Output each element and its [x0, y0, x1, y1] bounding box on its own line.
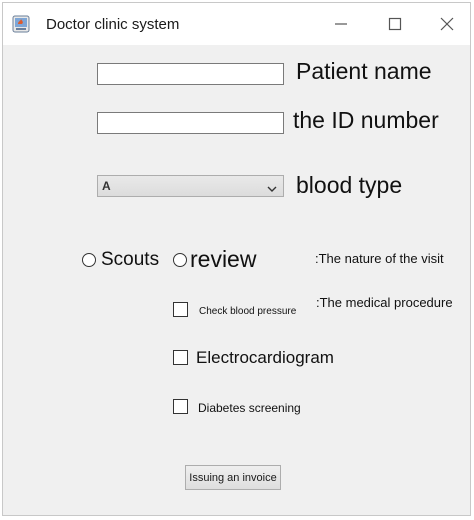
- issue-invoice-button[interactable]: Issuing an invoice: [185, 465, 281, 490]
- checkbox-electrocardiogram[interactable]: [173, 350, 188, 365]
- close-icon[interactable]: [435, 13, 459, 35]
- patient-name-label: Patient name: [296, 58, 432, 84]
- visit-nature-label: :The nature of the visit: [315, 251, 444, 266]
- radio-review[interactable]: [173, 253, 187, 267]
- radio-scouts-label[interactable]: Scouts: [101, 249, 159, 271]
- radio-review-label[interactable]: review: [190, 246, 256, 273]
- patient-name-input[interactable]: [97, 63, 284, 85]
- title-bar[interactable]: Doctor clinic system: [3, 3, 470, 45]
- blood-type-value: A: [102, 179, 111, 193]
- window-title: Doctor clinic system: [46, 16, 180, 33]
- blood-type-select[interactable]: A: [97, 175, 284, 197]
- app-window: Doctor clinic system Patient name the ID…: [2, 2, 471, 516]
- checkbox-electrocardiogram-label[interactable]: Electrocardiogram: [196, 348, 334, 368]
- radio-scouts[interactable]: [82, 253, 96, 267]
- checkbox-blood-pressure[interactable]: [173, 302, 188, 317]
- checkbox-blood-pressure-label[interactable]: Check blood pressure: [199, 306, 296, 317]
- minimize-icon[interactable]: [329, 13, 353, 35]
- java-app-icon: [12, 15, 30, 33]
- id-number-input[interactable]: [97, 112, 284, 134]
- id-number-label: the ID number: [293, 107, 439, 133]
- procedure-label: :The medical procedure: [316, 295, 453, 310]
- checkbox-diabetes-screening-label[interactable]: Diabetes screening: [198, 401, 301, 415]
- maximize-icon[interactable]: [383, 13, 407, 35]
- blood-type-label: blood type: [296, 172, 403, 198]
- checkbox-diabetes-screening[interactable]: [173, 399, 188, 414]
- chevron-down-icon: [266, 181, 278, 192]
